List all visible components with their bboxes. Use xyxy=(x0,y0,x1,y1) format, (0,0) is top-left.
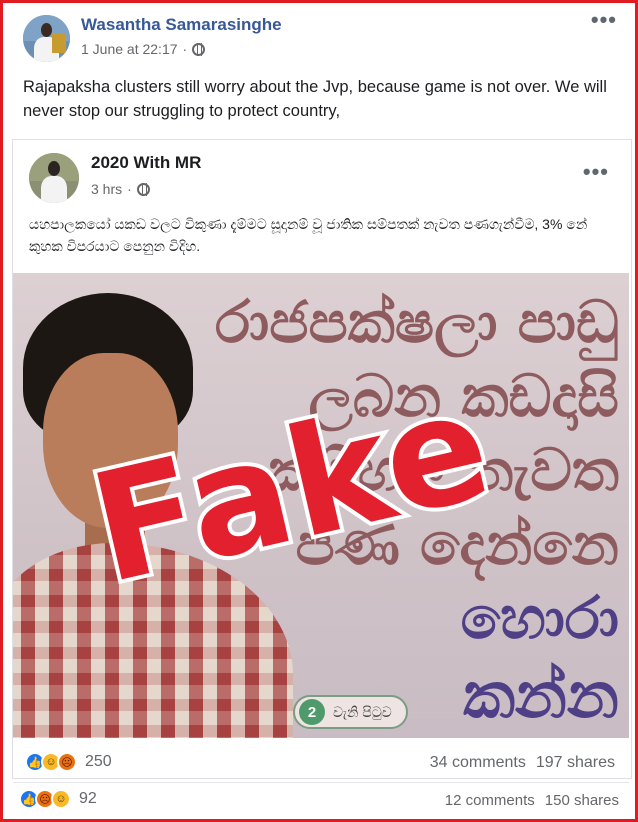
dot-separator: · xyxy=(127,181,132,197)
avatar-head xyxy=(48,161,60,176)
shared-author-avatar[interactable] xyxy=(29,153,79,203)
shared-post-timestamp[interactable]: 3 hrs xyxy=(91,181,122,197)
reaction-count[interactable]: 92 xyxy=(79,790,97,808)
shared-post-text: යහපාලකයෝ යකඩ වලට විකුණා දැම්මට සූදානම් ව… xyxy=(29,216,588,254)
avatar-head xyxy=(40,22,53,37)
shares-link[interactable]: 197 shares xyxy=(536,754,615,772)
author-name[interactable]: Wasantha Samarasinghe xyxy=(81,15,282,35)
reaction-count[interactable]: 250 xyxy=(85,753,112,771)
post-reactions[interactable]: 👍 ☹ ☺ 92 xyxy=(19,789,97,809)
author-avatar[interactable] xyxy=(23,15,70,62)
comments-link[interactable]: 12 comments xyxy=(445,792,535,809)
headline-line-6: කන්න xyxy=(463,659,619,733)
headline-line-1: රාජපක්ෂලා පාඩු xyxy=(215,288,619,356)
comments-link[interactable]: 34 comments xyxy=(430,754,526,772)
page-badge: 2 වැනි පිටුව xyxy=(293,695,408,729)
shared-post-options-button[interactable]: ••• xyxy=(583,159,609,185)
post-timestamp[interactable]: 1 June at 22:17 xyxy=(81,41,178,57)
post-options-button[interactable]: ••• xyxy=(591,7,617,33)
avatar-body xyxy=(41,176,67,203)
divider xyxy=(13,782,629,783)
shared-post-reactions[interactable]: 👍 ☺ ☹ 250 xyxy=(25,752,112,772)
avatar-flag xyxy=(52,33,67,53)
headline-line-5: හොරා xyxy=(460,584,619,652)
post-frame: Wasantha Samarasinghe 1 June at 22:17 · … xyxy=(0,0,638,822)
shared-author-name[interactable]: 2020 With MR xyxy=(91,153,201,173)
post-text: Rajapaksha clusters still worry about th… xyxy=(23,78,607,120)
post-meta: 1 June at 22:17 · xyxy=(81,41,206,57)
page-badge-number: 2 xyxy=(299,699,325,725)
globe-icon[interactable] xyxy=(136,182,150,196)
shares-link[interactable]: 150 shares xyxy=(545,792,619,809)
angry-icon: ☹ xyxy=(57,752,77,772)
shared-post-meta: 3 hrs · xyxy=(91,181,150,197)
shared-post-stats: 34 comments 197 shares xyxy=(430,754,615,772)
dot-separator: · xyxy=(182,41,188,57)
page-badge-text: වැනි පිටුව xyxy=(333,703,392,720)
haha-icon: ☺ xyxy=(51,789,71,809)
globe-icon[interactable] xyxy=(192,42,206,56)
post-stats: 12 comments 150 shares xyxy=(445,792,619,809)
